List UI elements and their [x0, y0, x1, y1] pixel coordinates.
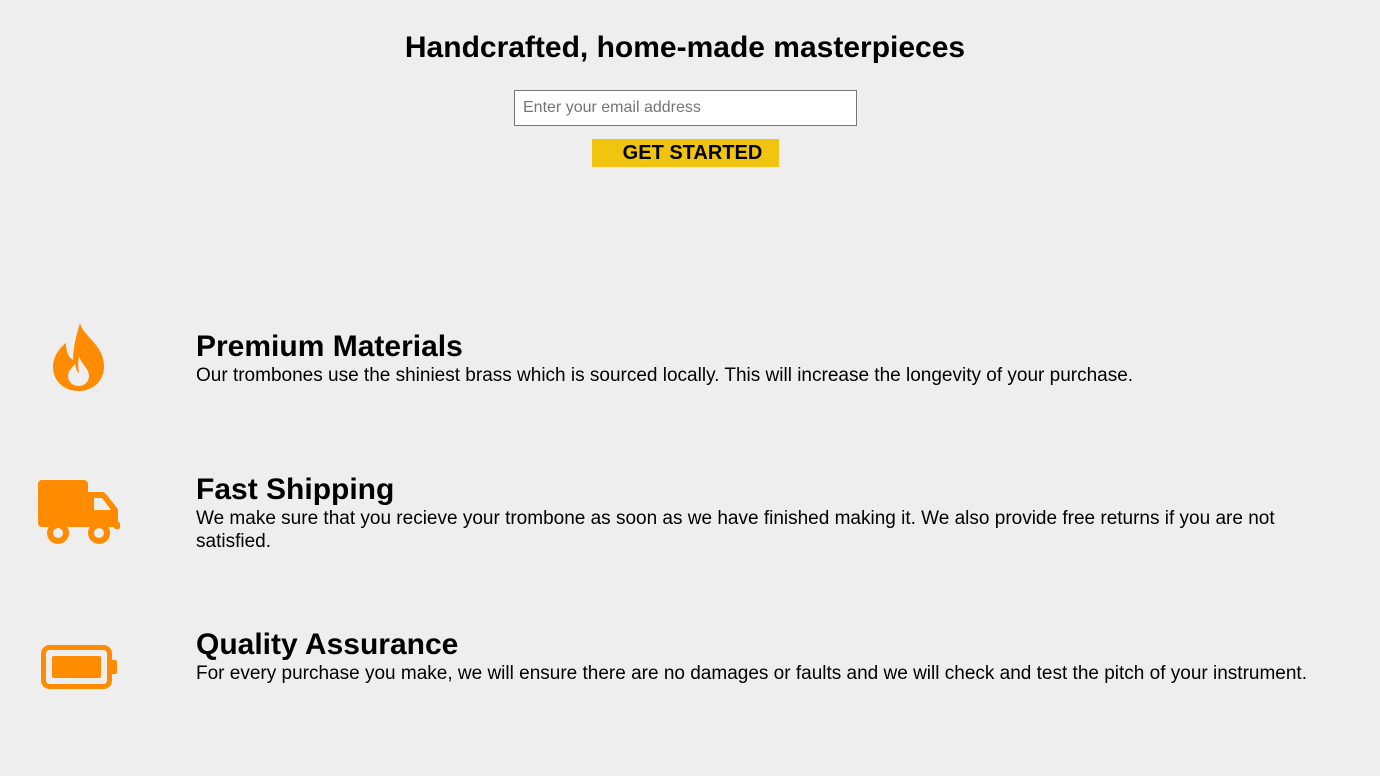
- feature-title: Quality Assurance: [196, 628, 459, 661]
- get-started-button[interactable]: GET STARTED: [592, 139, 779, 167]
- fire-icon: [53, 323, 104, 391]
- hero-title: Handcrafted, home-made masterpieces: [404, 31, 966, 64]
- truck-icon: [38, 480, 120, 544]
- email-input[interactable]: [514, 90, 857, 126]
- feature-description: Our trombones use the shiniest brass whi…: [196, 365, 1134, 386]
- feature-description: We make sure that you recieve your tromb…: [196, 508, 1275, 552]
- feature-title: Fast Shipping: [196, 473, 395, 506]
- battery-icon: [41, 645, 117, 689]
- feature-description: For every purchase you make, we will ens…: [196, 663, 1307, 684]
- feature-title: Premium Materials: [196, 330, 463, 363]
